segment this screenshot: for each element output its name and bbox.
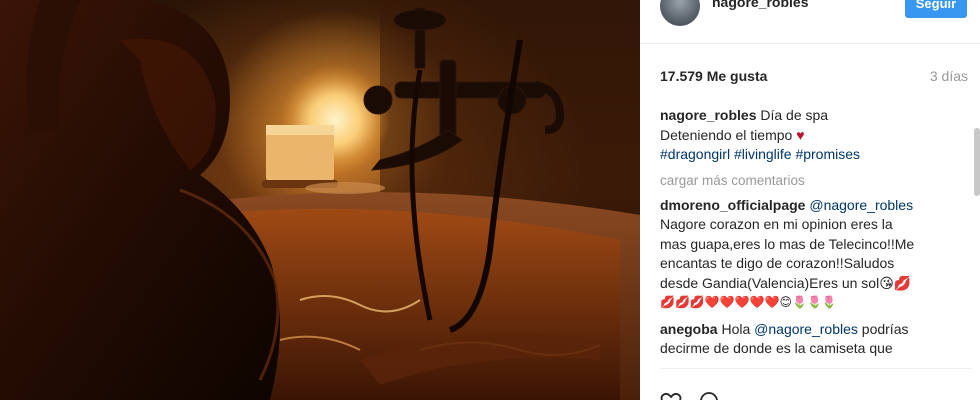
author-username[interactable]: nagore_robles (712, 0, 808, 10)
comment-after-mention: podrías (861, 320, 909, 337)
post-header: nagore_robles Seguir (640, 0, 980, 44)
hashtag-promises[interactable]: #promises (795, 146, 860, 162)
load-more-comments[interactable]: cargar más comentarios (660, 172, 972, 190)
red-heart-icon: ♥ (796, 126, 805, 143)
comments-scrollbar[interactable] (974, 128, 980, 196)
comment-text-line: decirme de donde es la camiseta que (660, 340, 893, 356)
comments-list: nagore_robles Día de spa Deteniendo el t… (660, 106, 972, 366)
follow-button[interactable]: Seguir (905, 0, 967, 18)
comment-bubble-icon[interactable] (698, 392, 720, 400)
hashtag-livinglife[interactable]: #livinglife (734, 146, 792, 162)
comment-text-line: mas guapa,eres lo mas de Telecinco!!Me (660, 235, 915, 252)
divider (660, 368, 972, 369)
bath-scene-illustration (0, 0, 640, 400)
emoji-line: 💋💋💋❤️❤️❤️❤️❤️😊🌷🌷🌷 (660, 295, 837, 309)
caption-text-line2: Deteniendo el tiempo (660, 126, 793, 143)
comment-mention[interactable]: @nagore_robles (754, 321, 858, 337)
comment-username[interactable]: dmoreno_officialpage (660, 197, 805, 213)
comment-text-line: Nagore corazon en mi opinion eres la (660, 216, 893, 232)
comment-username[interactable]: anegoba (660, 321, 718, 337)
comment-item: anegoba Hola @nagore_robles podrías deci… (660, 320, 972, 359)
likes-row: 17.579 Me gusta 3 días (660, 66, 968, 86)
like-heart-icon[interactable] (660, 392, 682, 400)
caption-text-line1: Día de spa (760, 107, 829, 123)
post-sidebar: nagore_robles Seguir 17.579 Me gusta 3 d… (640, 0, 980, 400)
comment-mention[interactable]: @nagore_robles (809, 197, 913, 213)
emoji-tail: 😘💋 (879, 274, 912, 291)
avatar[interactable] (660, 0, 700, 26)
caption: nagore_robles Día de spa Deteniendo el t… (660, 106, 972, 165)
comment-text-line: desde Gandia(Valencia)Eres un sol (660, 274, 880, 291)
caption-username[interactable]: nagore_robles (660, 107, 756, 123)
post-date[interactable]: 3 días (930, 68, 968, 84)
hashtag-dragongirl[interactable]: #dragongirl (660, 146, 730, 162)
comment-greeting: Hola (721, 320, 751, 337)
post-photo[interactable] (0, 0, 640, 400)
comment-text-line: encantas te digo de corazon!!Saludos (660, 255, 895, 271)
likes-count[interactable]: 17.579 Me gusta (660, 68, 767, 84)
comment-item: dmoreno_officialpage @nagore_robles Nago… (660, 196, 972, 313)
